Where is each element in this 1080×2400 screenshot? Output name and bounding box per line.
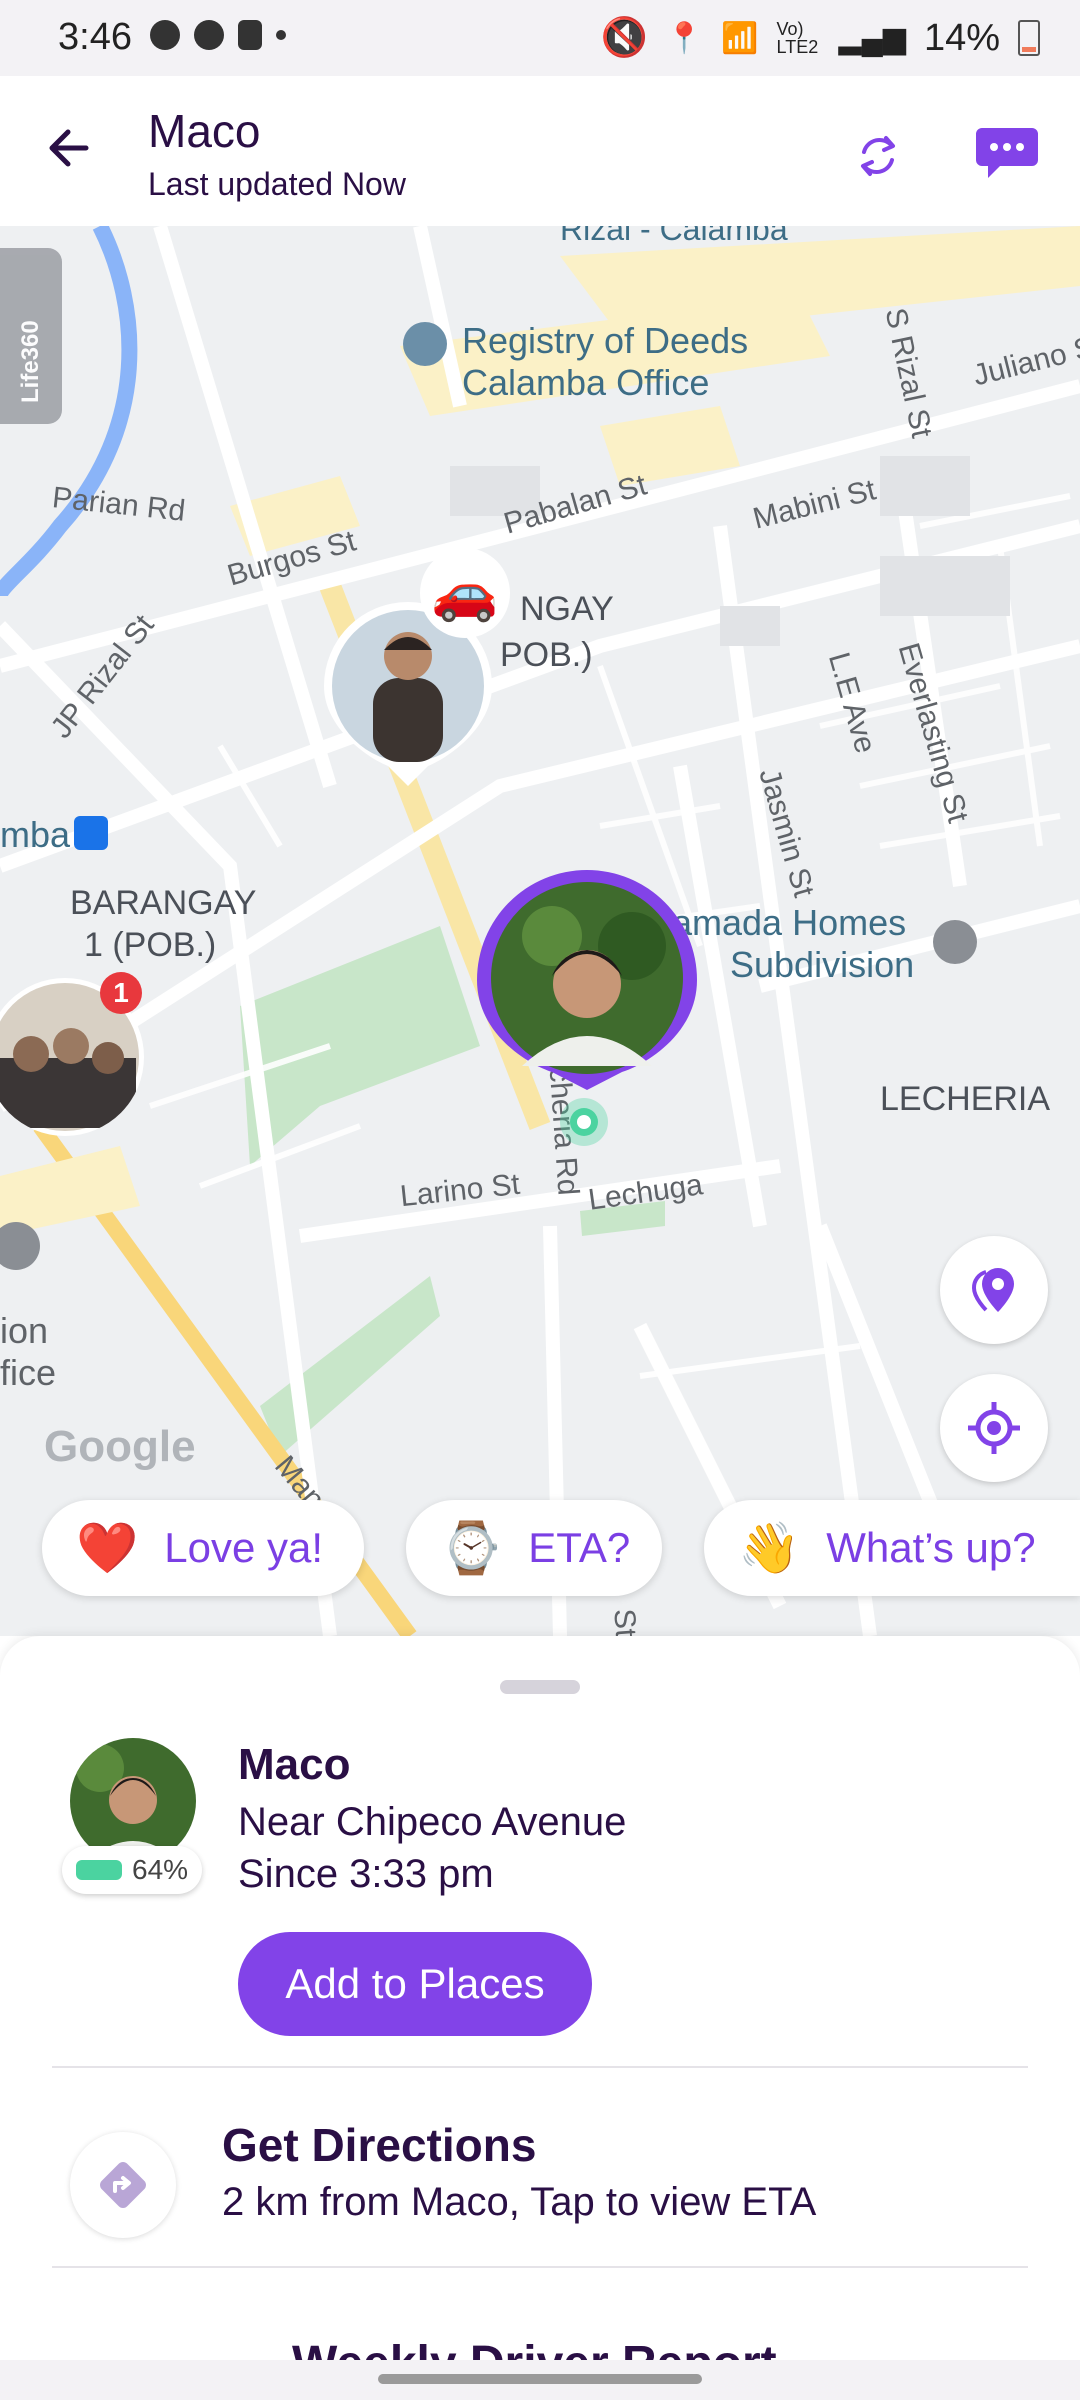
mute-icon: 🔇	[600, 17, 648, 59]
map-poi-station[interactable]: mba	[0, 814, 70, 856]
directions-title[interactable]: Get Directions	[222, 2118, 536, 2172]
map-area: BARANGAY	[70, 884, 257, 922]
watch-icon: ⌚	[440, 1519, 503, 1576]
sheet-handle[interactable]	[500, 1680, 580, 1694]
life360-watermark[interactable]: Life360	[0, 248, 62, 424]
status-time: 3:46	[58, 16, 132, 58]
chip-love-ya[interactable]: ❤️ Love ya!	[42, 1500, 364, 1596]
divider	[52, 2066, 1028, 2068]
map-poi-registry[interactable]: Calamba Office	[462, 362, 709, 404]
chip-eta[interactable]: ⌚ ETA?	[406, 1500, 662, 1596]
chip-label: What’s up?	[826, 1524, 1036, 1571]
alert-icon	[238, 20, 262, 50]
add-to-places-button[interactable]: Add to Places	[238, 1932, 592, 2036]
page-title: Maco	[148, 105, 261, 157]
dot-icon	[276, 30, 286, 40]
battery-icon	[1018, 20, 1040, 56]
app-header: Maco Last updated Now	[0, 76, 1080, 227]
map-area: LECHERIA	[880, 1080, 1051, 1118]
threads-icon	[194, 20, 224, 50]
wave-icon: 👋	[738, 1519, 801, 1576]
google-watermark: Google	[44, 1422, 196, 1471]
chip-label: ETA?	[528, 1524, 631, 1571]
messenger-icon	[150, 20, 180, 50]
map-area: POB.)	[500, 636, 593, 674]
map-view[interactable]: Life360 Rizal - Calamba Registry of Deed…	[0, 226, 1080, 1636]
places-button[interactable]	[940, 1236, 1048, 1344]
location-icon: 📍	[665, 21, 704, 55]
chat-icon[interactable]	[974, 122, 1040, 182]
crosshair-icon	[968, 1402, 1020, 1454]
battery-level: 64%	[132, 1854, 189, 1885]
wifi-icon: 📶	[721, 21, 759, 55]
battery-indicator: 64%	[62, 1846, 202, 1894]
car-icon: 🚗	[420, 548, 510, 638]
map-poi-homes[interactable]: amada Homes	[672, 902, 906, 944]
map-area: 1 (POB.)	[84, 926, 217, 964]
last-updated: Last updated Now	[148, 166, 406, 202]
member-pin-selected[interactable]	[472, 866, 702, 1146]
signal-icon: ▂▄▆	[838, 21, 906, 55]
map-street: St	[607, 1607, 643, 1636]
places-pin-icon	[972, 1268, 1014, 1312]
map-poi: ion	[0, 1310, 49, 1351]
member-name: Maco	[238, 1740, 351, 1789]
system-nav-bar	[0, 2360, 1080, 2400]
heart-icon: ❤️	[76, 1519, 139, 1576]
chip-label: Love ya!	[164, 1524, 324, 1571]
member-pin-group[interactable]: 1	[0, 972, 150, 1142]
recenter-button[interactable]	[940, 1374, 1048, 1482]
battery-bar-icon	[76, 1860, 122, 1880]
directions-icon-button[interactable]	[70, 2132, 176, 2238]
divider	[52, 2266, 1028, 2268]
notification-icons	[150, 20, 286, 50]
notification-badge: 1	[100, 972, 142, 1014]
member-bottom-sheet[interactable]: 64% Maco Near Chipeco Avenue Since 3:33 …	[0, 1636, 1080, 2400]
back-arrow-icon[interactable]	[40, 116, 104, 180]
refresh-icon[interactable]	[846, 124, 910, 188]
member-location: Near Chipeco Avenue	[238, 1800, 627, 1844]
battery-percent: 14%	[923, 16, 1000, 59]
network-label: Vo) LTE2	[776, 19, 819, 57]
home-indicator[interactable]	[378, 2374, 702, 2384]
status-bar: 3:46 🔇 📍 📶 Vo) LTE2 ▂▄▆ 14%	[0, 0, 1080, 76]
selected-pin-frame	[477, 870, 697, 1146]
map-area: NGAY	[520, 590, 614, 628]
map-poi-homes[interactable]: Subdivision	[730, 944, 914, 986]
directions-subtitle[interactable]: 2 km from Maco, Tap to view ETA	[222, 2180, 816, 2225]
member-pin-driving[interactable]: 🚗	[318, 548, 510, 788]
life360-label: Life360	[17, 320, 44, 403]
map-poi: fice	[0, 1352, 57, 1393]
directions-icon	[100, 2162, 146, 2208]
map-poi-registry[interactable]: Registry of Deeds	[462, 320, 748, 362]
chip-whats-up[interactable]: 👋 What’s up?	[704, 1500, 1080, 1596]
member-since: Since 3:33 pm	[238, 1852, 494, 1896]
map-label: Rizal - Calamba	[560, 226, 788, 247]
